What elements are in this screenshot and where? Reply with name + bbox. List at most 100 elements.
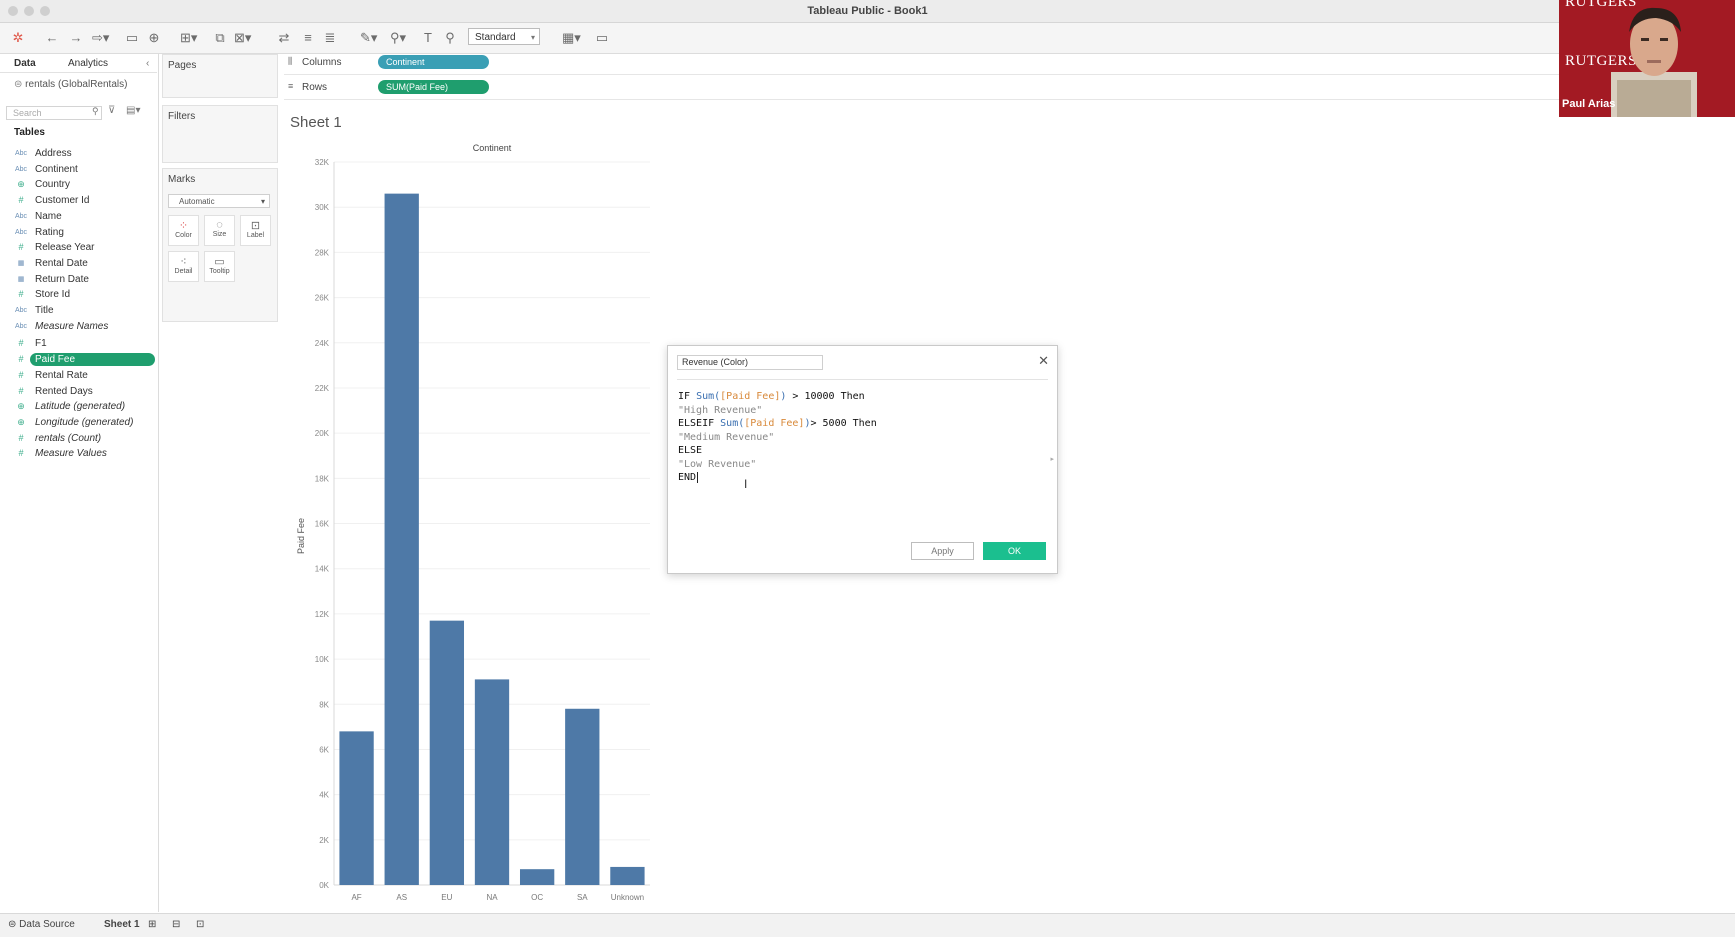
y-tick-label: 28K (315, 248, 330, 257)
back-icon[interactable]: ← (44, 28, 60, 48)
field-item[interactable]: ▦ Return Date (0, 272, 157, 287)
field-label: Rental Rate (35, 369, 88, 381)
presentation-icon[interactable]: ▭ (594, 28, 610, 48)
tab-analytics[interactable]: Analytics (68, 58, 108, 69)
field-item[interactable]: ⊕ Country (0, 177, 157, 192)
search-input[interactable]: Search (6, 106, 102, 120)
sort-descending-icon[interactable]: ≣ (322, 28, 338, 48)
new-dashboard-icon[interactable]: ⊟ (172, 919, 180, 930)
database-icon: ⊜ (14, 79, 26, 90)
field-item[interactable]: # Measure Values (0, 446, 157, 461)
tab-data[interactable]: Data (14, 58, 36, 69)
field-item[interactable]: Abc Measure Names (0, 319, 157, 334)
data-source-item[interactable]: ⊜ rentals (GlobalRentals) (14, 79, 127, 90)
y-tick-label: 8K (319, 700, 329, 709)
new-sheet-icon[interactable]: ⊞ (148, 919, 156, 930)
rows-pill[interactable]: SUM(Paid Fee) (378, 80, 489, 94)
tab-data-source-label: Data Source (19, 919, 75, 930)
detail-button[interactable]: ⁖ Detail (168, 251, 199, 282)
field-label: Measure Names (35, 320, 109, 332)
rows-shelf[interactable]: ≡ Rows SUM(Paid Fee) (284, 77, 1560, 100)
bar-oc (519, 869, 555, 885)
tab-data-source[interactable]: ⊜ Data Source (8, 919, 75, 930)
string-type-icon: Abc (14, 228, 28, 236)
x-tick-label: SA (577, 893, 588, 902)
sort-ascending-icon[interactable]: ≡ (300, 28, 316, 48)
highlight-icon[interactable]: ✎▾ (360, 28, 377, 48)
x-tick-label: Unknown (611, 893, 644, 902)
x-tick-label: AS (396, 893, 407, 902)
group-icon[interactable]: ⚲▾ (390, 28, 406, 48)
label-button[interactable]: ⊡ Label (240, 215, 271, 246)
color-label: Color (175, 232, 192, 239)
field-label: Customer Id (35, 195, 90, 207)
database-icon: ⊜ (8, 919, 20, 930)
code-line: ELSEIF Sum([Paid Fee])> 5000 Then (678, 418, 877, 429)
redo-dropdown-icon[interactable]: ⇨▾ (92, 28, 109, 48)
calculation-name-input[interactable]: Revenue (Color) (677, 355, 823, 370)
show-cards-icon[interactable]: ▦▾ (562, 28, 581, 48)
fit-select[interactable]: Standard ▾ (468, 28, 540, 45)
size-button[interactable]: ◌ Size (204, 215, 235, 246)
labels-icon[interactable]: T (420, 28, 436, 48)
field-item[interactable]: # Customer Id (0, 193, 157, 208)
color-button[interactable]: ⁘ Color (168, 215, 199, 246)
field-label: Rented Days (35, 385, 93, 397)
new-worksheet-icon[interactable]: ⊞▾ (180, 28, 197, 48)
field-item[interactable]: # F1 (0, 336, 157, 351)
field-item[interactable]: ▦ Rental Date (0, 256, 157, 271)
field-item[interactable]: ⊕ Longitude (generated) (0, 415, 157, 430)
x-tick-label: AF (351, 893, 361, 902)
save-icon[interactable]: ▭ (124, 28, 140, 48)
x-tick-label: OC (531, 893, 543, 902)
field-item[interactable]: ⊕ Latitude (generated) (0, 399, 157, 414)
apply-button[interactable]: Apply (911, 542, 974, 560)
new-story-icon[interactable]: ⊡ (196, 919, 204, 930)
tab-sheet-1[interactable]: Sheet 1 (104, 919, 140, 930)
person-video (1611, 7, 1697, 117)
field-label: Title (35, 305, 54, 316)
field-item[interactable]: # Store Id (0, 287, 157, 302)
pin-icon[interactable]: ⚲ (442, 28, 458, 48)
new-data-source-icon[interactable]: ⊕ (146, 28, 162, 48)
field-item[interactable]: # Rented Days (0, 384, 157, 399)
pages-shelf[interactable]: Pages (162, 54, 278, 98)
field-item[interactable]: Abc Address (0, 146, 157, 161)
field-item[interactable]: Abc Continent (0, 162, 157, 177)
number-type-icon: # (18, 448, 24, 459)
collapse-pane-icon[interactable]: ‹ (146, 58, 149, 69)
filters-title: Filters (168, 111, 196, 122)
columns-shelf[interactable]: ⫼ Columns Continent (284, 52, 1560, 75)
columns-pill[interactable]: Continent (378, 55, 489, 69)
field-item[interactable]: # Release Year (0, 240, 157, 255)
ok-button[interactable]: OK (983, 542, 1046, 560)
clear-sheet-icon[interactable]: ⊠▾ (234, 28, 251, 48)
view-options-icon[interactable]: ▤▾ (126, 105, 140, 116)
columns-icon: ⫼ (288, 56, 293, 66)
field-item[interactable]: # rentals (Count) (0, 431, 157, 446)
duplicate-sheet-icon[interactable]: ⧉ (212, 28, 228, 48)
y-tick-label: 22K (315, 384, 330, 393)
expand-arrow-icon[interactable]: ▸ (1050, 455, 1054, 463)
close-icon[interactable]: ✕ (1038, 353, 1049, 369)
filters-shelf[interactable]: Filters (162, 105, 278, 163)
text-caret (697, 471, 699, 483)
tableau-logo-icon[interactable]: ✲ (10, 28, 26, 48)
formula-editor[interactable]: IF Sum([Paid Fee]) > 10000 Then "High Re… (678, 390, 877, 485)
number-type-icon: # (18, 242, 24, 253)
string-type-icon: Abc (14, 212, 28, 220)
field-item[interactable]: # Paid Fee (0, 352, 157, 367)
field-item[interactable]: Abc Rating (0, 225, 157, 240)
filter-icon[interactable]: ⊽ (108, 105, 115, 116)
forward-icon[interactable]: → (68, 28, 84, 48)
y-tick-label: 20K (315, 429, 330, 438)
geo-type-icon: ⊕ (17, 401, 25, 412)
mark-type-select[interactable]: Automatic ▾ (168, 194, 270, 208)
mark-type-value: Automatic (179, 197, 215, 206)
y-tick-label: 14K (315, 565, 330, 574)
field-item[interactable]: # Rental Rate (0, 368, 157, 383)
field-item[interactable]: Abc Title (0, 303, 157, 318)
swap-icon[interactable]: ⇄ (276, 28, 292, 48)
field-item[interactable]: Abc Name (0, 209, 157, 224)
tooltip-button[interactable]: ▭ Tooltip (204, 251, 235, 282)
